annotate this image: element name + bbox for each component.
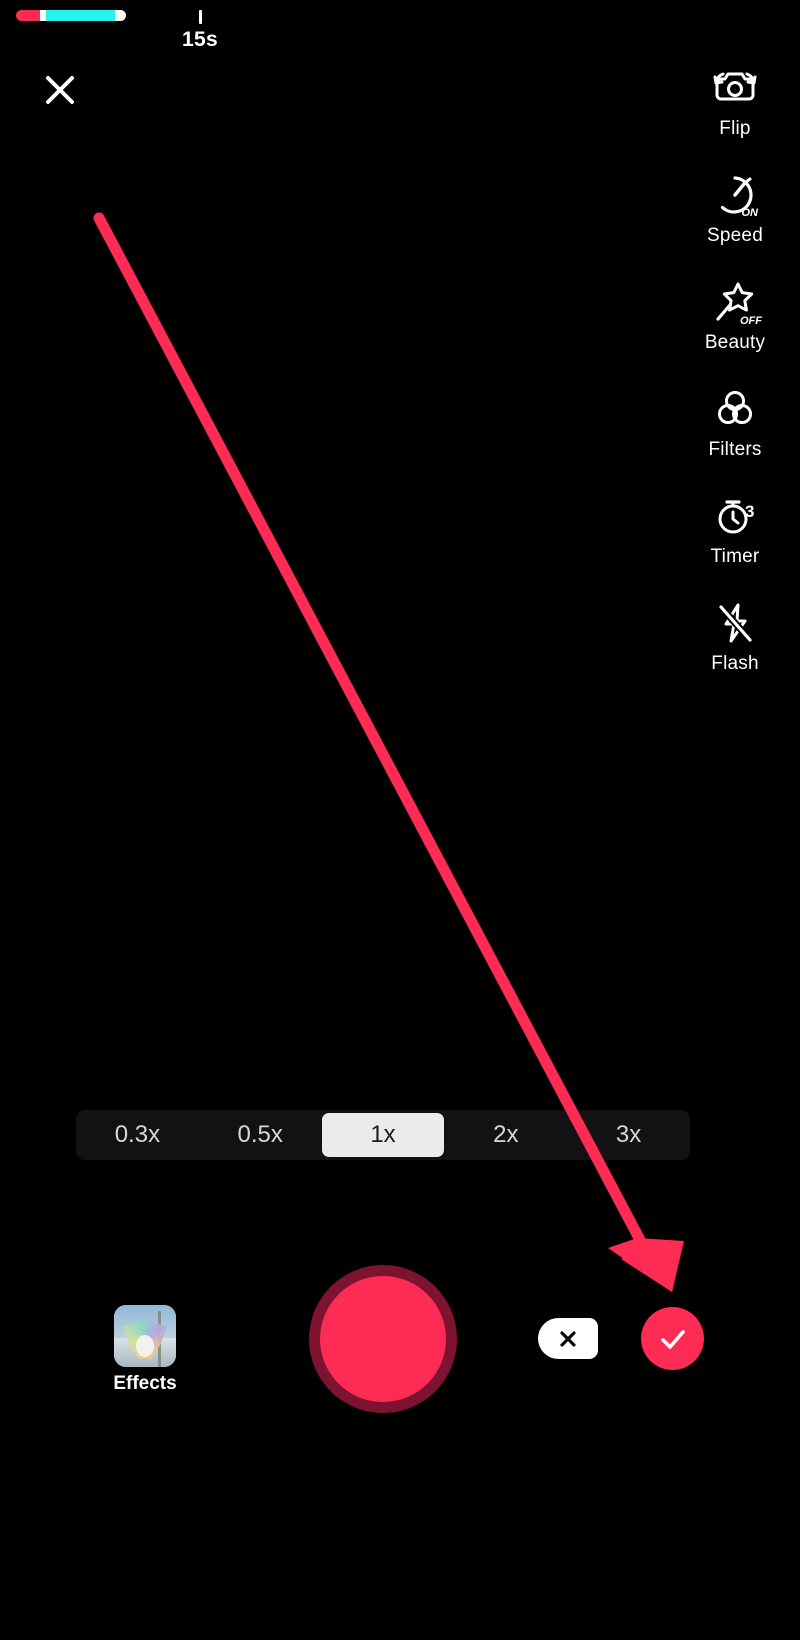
close-button[interactable] bbox=[38, 68, 82, 112]
camera-flip-icon bbox=[711, 62, 759, 114]
record-button[interactable] bbox=[309, 1265, 457, 1413]
flash-off-icon bbox=[712, 597, 758, 649]
rail-badge-speed: ON bbox=[741, 207, 759, 219]
svg-text:3: 3 bbox=[745, 502, 754, 521]
recording-progress-bar bbox=[16, 10, 126, 21]
duration-label[interactable]: 15s bbox=[162, 28, 238, 52]
speed-option-3x[interactable]: 3x bbox=[567, 1110, 690, 1160]
effects-label: Effects bbox=[113, 1373, 177, 1394]
filters-circles-icon bbox=[712, 383, 758, 435]
rail-label-beauty: Beauty bbox=[704, 332, 766, 353]
tiktok-camera-screen: 15s Flip ON Speed OFF Beauty Filters 3 T… bbox=[0, 0, 800, 1640]
rail-label-flip: Flip bbox=[719, 118, 751, 139]
rail-item-speed[interactable]: ON Speed bbox=[670, 169, 800, 276]
speedometer-icon: ON bbox=[712, 169, 758, 221]
speed-selector: 0.3x 0.5x 1x 2x 3x bbox=[76, 1110, 690, 1160]
speed-option-1x[interactable]: 1x bbox=[321, 1113, 445, 1157]
thumbnail-shape-hole bbox=[136, 1335, 154, 1357]
record-button-inner bbox=[320, 1276, 446, 1402]
duration-marker-tick bbox=[199, 10, 202, 24]
speed-option-0.3x[interactable]: 0.3x bbox=[76, 1110, 199, 1160]
effects-button[interactable]: Effects bbox=[113, 1305, 177, 1395]
rail-item-flip[interactable]: Flip bbox=[670, 62, 800, 169]
stopwatch-icon: 3 bbox=[712, 490, 758, 542]
delete-clip-button[interactable] bbox=[538, 1318, 598, 1359]
close-icon bbox=[46, 76, 74, 104]
rail-item-timer[interactable]: 3 Timer bbox=[670, 490, 800, 597]
progress-segment-clip-2 bbox=[45, 10, 115, 21]
speed-option-2x[interactable]: 2x bbox=[444, 1110, 567, 1160]
rail-item-filters[interactable]: Filters bbox=[670, 383, 800, 490]
confirm-button[interactable] bbox=[641, 1307, 704, 1370]
rail-badge-beauty: OFF bbox=[740, 315, 762, 327]
rail-item-beauty[interactable]: OFF Beauty bbox=[670, 276, 800, 383]
rail-label-timer: Timer bbox=[710, 546, 760, 567]
camera-tools-rail: Flip ON Speed OFF Beauty Filters 3 Timer… bbox=[670, 62, 800, 704]
speed-option-0.5x[interactable]: 0.5x bbox=[199, 1110, 322, 1160]
magic-wand-icon: OFF bbox=[712, 276, 762, 328]
rail-label-filters: Filters bbox=[708, 439, 762, 460]
rail-label-flash: Flash bbox=[711, 653, 759, 674]
progress-segment-clip-1 bbox=[16, 10, 41, 21]
close-icon bbox=[560, 1330, 576, 1347]
effects-thumbnail bbox=[114, 1305, 176, 1367]
checkmark-icon bbox=[660, 1329, 685, 1349]
progress-segment-end-tick bbox=[114, 10, 126, 21]
rail-item-flash[interactable]: Flash bbox=[670, 597, 800, 704]
rail-label-speed: Speed bbox=[707, 225, 763, 246]
